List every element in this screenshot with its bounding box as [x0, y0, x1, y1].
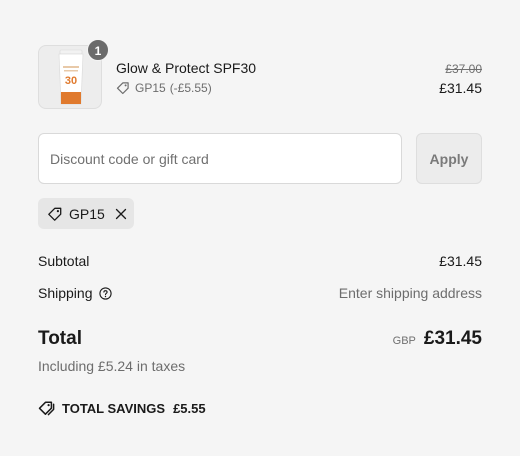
applied-discount-code: GP15: [69, 205, 105, 222]
tube-spf-label: 30: [65, 75, 77, 87]
tax-note: Including £5.24 in taxes: [38, 358, 186, 374]
order-summary: 30 1 Glow & Protect SPF30 GP15 (-£5.55) …: [0, 0, 520, 456]
product-discount-amount: (-£5.55): [169, 81, 212, 95]
total-label: Total: [38, 328, 82, 349]
subtotal-label: Subtotal: [38, 253, 90, 269]
discounted-price: £31.45: [439, 80, 482, 96]
shipping-row-label: Shipping: [38, 285, 112, 301]
total-savings: TOTAL SAVINGS £5.55: [38, 400, 206, 416]
product-name: Glow & Protect SPF30: [116, 60, 257, 76]
shipping-label: Shipping: [38, 285, 93, 301]
sunscreen-tube-image: 30: [58, 49, 84, 105]
subtotal-value: £31.45: [439, 253, 482, 269]
line-item: 30 1 Glow & Protect SPF30 GP15 (-£5.55) …: [38, 39, 482, 109]
quantity-badge: 1: [87, 39, 109, 61]
help-circle-icon[interactable]: [98, 286, 112, 300]
savings-label: TOTAL SAVINGS: [62, 400, 166, 416]
discount-code-input[interactable]: [38, 133, 402, 184]
tag-icon: [47, 206, 63, 222]
tag-icon: [116, 82, 129, 95]
savings-value: £5.55: [173, 400, 206, 416]
apply-button[interactable]: Apply: [416, 133, 482, 184]
original-price: £37.00: [445, 62, 482, 76]
product-discount: GP15 (-£5.55): [116, 81, 212, 95]
applied-discount-chip: GP15: [38, 198, 134, 229]
total-value: £31.45: [423, 328, 482, 349]
shipping-value: Enter shipping address: [338, 285, 482, 301]
product-discount-code: GP15: [135, 81, 166, 95]
currency-code: GBP: [392, 335, 416, 347]
close-icon[interactable]: [115, 208, 127, 220]
savings-tag-icon: [38, 400, 56, 416]
product-thumbnail: 30 1: [38, 39, 109, 109]
total-amount-group: GBP £31.45: [393, 328, 482, 350]
